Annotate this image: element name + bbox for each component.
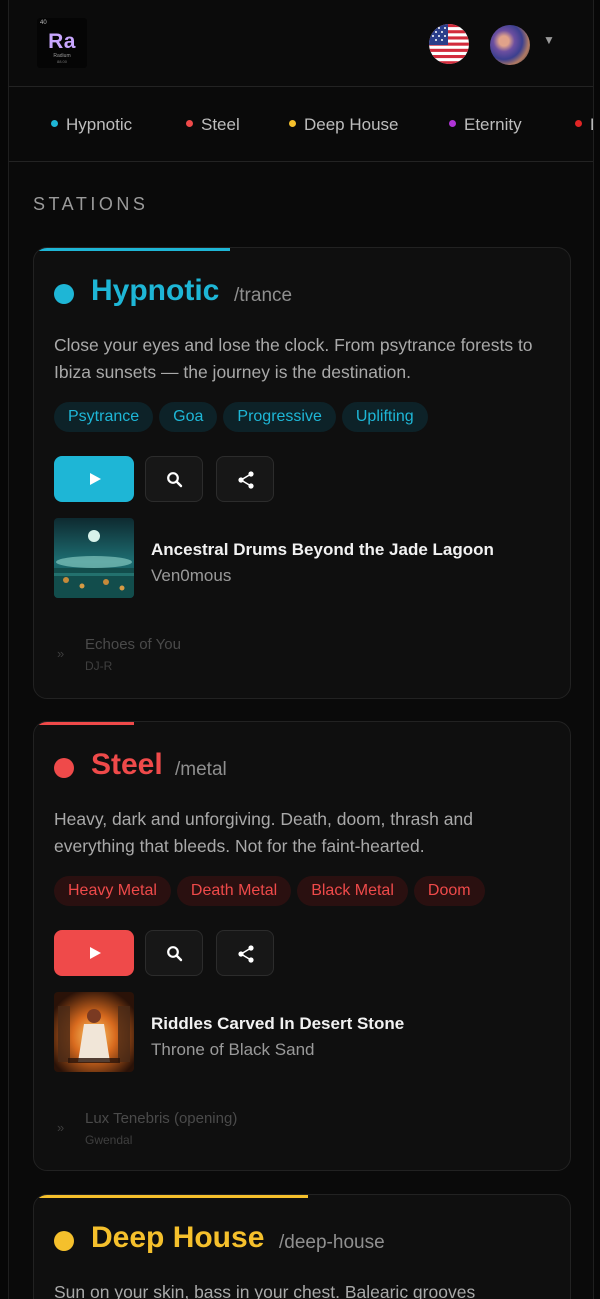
now-playing: Riddles Carved In Desert Stone Throne of… [54, 992, 554, 1072]
chevrons-right-icon: » [57, 1120, 65, 1135]
chevron-down-icon[interactable]: ▼ [543, 33, 555, 47]
previous-title: Lux Tenebris (opening) [85, 1110, 238, 1127]
tab-dot-icon [289, 120, 296, 128]
search-icon [167, 946, 183, 962]
section-title: STATIONS [33, 194, 149, 214]
genre-tag[interactable]: Progressive [223, 402, 336, 432]
previous-title: Echoes of You [85, 636, 181, 653]
tab-hypnotic[interactable]: Hypnotic [51, 114, 132, 136]
tab-eternity[interactable]: Eternity [449, 114, 522, 136]
tab-dot-icon [575, 120, 582, 128]
logo-mass: 88.00 [56, 59, 67, 64]
station-description: Heavy, dark and unforgiving. Death, doom… [54, 809, 473, 856]
genre-tag[interactable]: Black Metal [297, 876, 408, 906]
logo-symbol: Ra [48, 30, 76, 53]
tab-partial[interactable]: D [575, 114, 593, 136]
station-name: Steel [91, 748, 163, 781]
share-button[interactable] [216, 930, 274, 976]
tab-label: Steel [201, 115, 240, 134]
chevrons-right-icon: » [57, 646, 65, 661]
genre-tag[interactable]: Psytrance [54, 402, 154, 432]
album-art[interactable] [54, 992, 134, 1072]
previous-artist: Gwendal [85, 1133, 133, 1147]
station-card-hypnotic: Hypnotic /trance Close your eyes and los… [33, 247, 571, 699]
station-dot-icon [54, 758, 74, 778]
previous-artist: DJ-R [85, 659, 113, 673]
previous-track: » Lux Tenebris (opening) Gwendal [54, 1110, 554, 1150]
genre-tag[interactable]: Uplifting [341, 402, 428, 432]
station-name: Deep House [91, 1221, 265, 1254]
tab-deep-house[interactable]: Deep House [289, 114, 399, 136]
us-flag-icon[interactable] [429, 24, 469, 64]
play-button[interactable] [54, 456, 134, 502]
previous-track: » Echoes of You DJ-R [54, 636, 554, 676]
album-art[interactable] [54, 518, 134, 598]
genre-tags: Heavy Metal Death Metal Black Metal Doom [54, 876, 491, 908]
play-button[interactable] [54, 930, 134, 976]
tab-label: Hypnotic [66, 115, 133, 134]
genre-tag[interactable]: Death Metal [176, 876, 292, 906]
station-slug: /metal [175, 759, 227, 780]
progress-bar [34, 722, 134, 725]
top-header: 40 Ra Radium 88.00 ▼ [9, 0, 593, 87]
now-playing: Ancestral Drums Beyond the Jade Lagoon V… [54, 518, 554, 598]
station-dot-icon [54, 284, 74, 304]
tab-steel[interactable]: Steel [186, 114, 240, 136]
genre-tag[interactable]: Goa [159, 402, 218, 432]
station-slug: /trance [234, 285, 293, 306]
avatar[interactable] [490, 25, 530, 65]
station-slug: /deep-house [279, 1232, 385, 1253]
share-icon [238, 471, 254, 489]
logo[interactable]: 40 Ra Radium 88.00 [37, 18, 87, 68]
progress-bar [34, 248, 230, 251]
tab-dot-icon [449, 120, 456, 128]
track-artist: Throne of Black Sand [151, 1040, 315, 1059]
track-title: Ancestral Drums Beyond the Jade Lagoon [151, 540, 494, 559]
share-button[interactable] [216, 456, 274, 502]
track-title: Riddles Carved In Desert Stone [151, 1014, 405, 1033]
station-description: Sun on your skin, bass in your chest. Ba… [54, 1282, 476, 1299]
tab-label: D [590, 115, 593, 134]
tab-dot-icon [51, 120, 58, 128]
station-tabs: Hypnotic Steel Deep House Eternity D [9, 87, 593, 162]
tab-label: Deep House [304, 115, 399, 134]
tab-label: Eternity [464, 115, 522, 134]
app-frame: 40 Ra Radium 88.00 ▼ Hypnotic Steel Deep… [8, 0, 594, 1299]
share-icon [238, 945, 254, 963]
progress-bar [34, 1195, 308, 1198]
station-name: Hypnotic [91, 274, 220, 307]
station-card-steel: Steel /metal Heavy, dark and unforgiving… [33, 721, 571, 1171]
search-icon [167, 472, 183, 488]
station-dot-icon [54, 1231, 74, 1251]
search-button[interactable] [145, 930, 203, 976]
genre-tags: Psytrance Goa Progressive Uplifting [54, 402, 434, 434]
search-button[interactable] [145, 456, 203, 502]
station-card-deep-house: Deep House /deep-house Sun on your skin,… [33, 1194, 571, 1299]
genre-tag[interactable]: Doom [413, 876, 485, 906]
tab-dot-icon [186, 120, 193, 128]
station-description: Close your eyes and lose the clock. From… [54, 335, 533, 382]
logo-number: 40 [40, 20, 47, 26]
genre-tag[interactable]: Heavy Metal [54, 876, 171, 906]
track-artist: Ven0mous [151, 566, 232, 585]
